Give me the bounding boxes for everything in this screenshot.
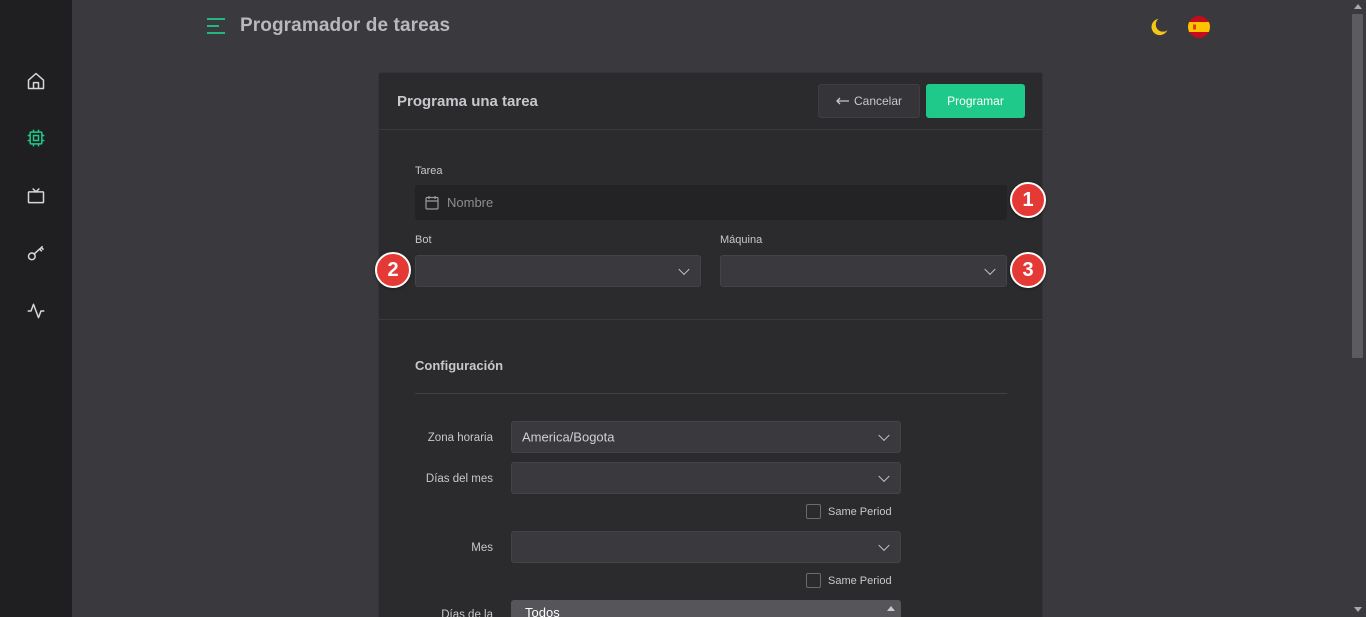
scroll-up-icon[interactable] (1354, 4, 1362, 9)
scroll-down-icon[interactable] (1354, 607, 1362, 612)
same-period-label: Same Period (828, 574, 892, 587)
bot-label: Bot (415, 234, 432, 246)
calendar-icon (425, 196, 439, 210)
days-week-select-value: Todos (525, 605, 560, 617)
checkbox-box[interactable] (806, 504, 821, 519)
cpu-icon (27, 129, 45, 147)
machine-label: Máquina (720, 234, 763, 246)
activity-icon (27, 303, 45, 319)
chevron-up-icon[interactable] (887, 606, 895, 611)
checkbox-box[interactable] (806, 573, 821, 588)
chevron-down-icon (678, 263, 690, 276)
sidebar-item-home[interactable] (24, 69, 48, 93)
sidebar-item-credentials[interactable] (24, 241, 48, 265)
task-label: Tarea (415, 165, 443, 177)
annotation-badge-1: 1 (1010, 182, 1046, 218)
annotation-badge-2: 2 (375, 252, 411, 288)
chevron-down-icon (878, 429, 890, 442)
program-button[interactable]: Programar (926, 84, 1025, 118)
month-select[interactable] (511, 531, 901, 563)
days-week-label: Días de la (441, 609, 493, 617)
program-button-label: Programar (947, 94, 1004, 108)
annotation-badge-3: 3 (1010, 252, 1046, 288)
same-period-checkbox-1[interactable]: Same Period (806, 504, 892, 519)
timezone-select-value: America/Bogota (522, 429, 615, 445)
chevron-down-icon (984, 263, 996, 276)
page-title: Programador de tareas (240, 15, 451, 36)
page-scrollbar[interactable] (1349, 0, 1366, 617)
section-divider (379, 319, 1042, 320)
sidebar-item-tasks[interactable] (24, 126, 48, 150)
schedule-task-card: Programa una tarea Cancelar Programar Ta… (378, 72, 1043, 617)
tv-icon (27, 187, 45, 204)
days-month-select[interactable] (511, 462, 901, 494)
home-icon (27, 72, 45, 90)
cancel-button-label: Cancelar (853, 94, 903, 108)
chevron-down-icon (878, 470, 890, 483)
card-title: Programa una tarea (397, 93, 538, 110)
config-section-line (415, 393, 1007, 394)
chevron-down-icon (878, 539, 890, 552)
config-section-title: Configuración (415, 358, 504, 373)
days-week-select[interactable]: Todos (511, 600, 901, 617)
arrow-left-icon (836, 97, 849, 105)
sidebar-item-activity[interactable] (24, 299, 48, 323)
month-label: Mes (471, 542, 493, 554)
machine-select[interactable] (720, 255, 1007, 287)
timezone-label: Zona horaria (427, 432, 493, 444)
cancel-button[interactable]: Cancelar (818, 84, 920, 118)
key-icon (27, 245, 45, 261)
sidebar-item-monitor[interactable] (24, 184, 48, 208)
moon-icon[interactable] (1149, 16, 1171, 38)
task-name-input[interactable] (447, 195, 947, 210)
days-month-label: Días del mes (425, 473, 493, 485)
same-period-checkbox-2[interactable]: Same Period (806, 573, 892, 588)
task-input-wrapper (415, 185, 1007, 220)
bot-select[interactable] (415, 255, 701, 287)
card-header: Programa una tarea Cancelar Programar (379, 73, 1042, 130)
timezone-select[interactable]: America/Bogota (511, 421, 901, 453)
spain-flag-icon[interactable] (1188, 16, 1210, 38)
sidebar (0, 0, 72, 617)
same-period-label: Same Period (828, 505, 892, 518)
menu-icon[interactable] (206, 16, 226, 36)
scroll-thumb[interactable] (1352, 14, 1363, 358)
